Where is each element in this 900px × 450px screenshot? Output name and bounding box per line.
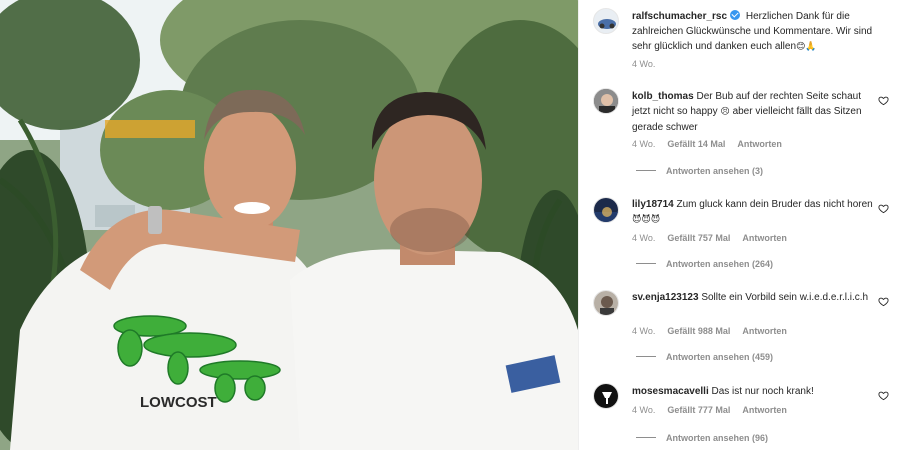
comment-likes[interactable]: Gefällt 777 Mal — [667, 405, 730, 415]
post-photo: LOWCOST — [0, 0, 578, 450]
heart-icon[interactable] — [878, 203, 889, 214]
comment-likes[interactable]: Gefällt 988 Mal — [667, 326, 730, 336]
comment-likes[interactable]: Gefällt 757 Mal — [667, 233, 730, 243]
heart-icon[interactable] — [878, 296, 889, 307]
avatar[interactable] — [593, 8, 619, 34]
verified-badge-icon — [730, 10, 741, 20]
shirt-logo-text: LOWCOST — [140, 394, 217, 411]
view-replies-label: Antworten ansehen (3) — [666, 166, 764, 176]
comment-username[interactable]: sv.enja123123 — [632, 292, 699, 303]
view-replies-label: Antworten ansehen (264) — [666, 259, 774, 269]
avatar-image — [594, 89, 618, 113]
heart-icon[interactable] — [878, 390, 889, 401]
comment-meta: 4 Wo. Gefällt 14 Mal Antworten — [632, 138, 794, 150]
comment-time[interactable]: 4 Wo. — [632, 405, 655, 415]
view-replies-button[interactable]: Antworten ansehen (264) — [636, 259, 773, 269]
view-replies-label: Antworten ansehen (459) — [666, 352, 774, 362]
comments-panel: ralfschumacher_rsc Herzlichen Dank für d… — [578, 0, 900, 450]
comment-emoji: 😣 — [720, 107, 730, 117]
comment-username[interactable]: mosesmacavelli — [632, 386, 709, 397]
comment-username[interactable]: kolb_thomas — [632, 91, 694, 102]
comment-text: kolb_thomas Der Bub auf der rechten Seit… — [632, 89, 880, 135]
comment-time[interactable]: 4 Wo. — [632, 139, 655, 149]
comment-time[interactable]: 4 Wo. — [632, 326, 655, 336]
view-replies-button[interactable]: Antworten ansehen (3) — [636, 166, 763, 176]
caption-meta: 4 Wo. — [632, 58, 667, 70]
comment-meta: 4 Wo. Gefällt 757 Mal Antworten — [632, 232, 799, 244]
caption-text: ralfschumacher_rsc Herzlichen Dank für d… — [632, 9, 880, 55]
avatar-image — [594, 384, 618, 408]
avatar-image — [594, 9, 618, 33]
comment-text: mosesmacavelli Das ist nur noch krank! — [632, 384, 880, 399]
avatar[interactable] — [593, 383, 619, 409]
comment-username[interactable]: lily18714 — [632, 199, 674, 210]
replies-divider — [636, 170, 656, 171]
replies-divider — [636, 356, 656, 357]
comment-likes[interactable]: Gefällt 14 Mal — [667, 139, 725, 149]
heart-icon[interactable] — [878, 95, 889, 106]
reply-button[interactable]: Antworten — [742, 233, 787, 243]
view-replies-button[interactable]: Antworten ansehen (459) — [636, 352, 773, 362]
avatar[interactable] — [593, 197, 619, 223]
avatar[interactable] — [593, 88, 619, 114]
comment-text: sv.enja123123 Sollte ein Vorbild sein w.… — [632, 290, 880, 305]
comment-body: Das ist nur noch krank! — [711, 386, 814, 397]
comment-meta: 4 Wo. Gefällt 988 Mal Antworten — [632, 325, 799, 337]
avatar-image — [594, 291, 618, 315]
comment-meta: 4 Wo. Gefällt 777 Mal Antworten — [632, 404, 799, 416]
reply-button[interactable]: Antworten — [742, 326, 787, 336]
view-replies-button[interactable]: Antworten ansehen (96) — [636, 433, 768, 443]
replies-divider — [636, 437, 656, 438]
caption-username[interactable]: ralfschumacher_rsc — [632, 11, 727, 22]
comment-body: Sollte ein Vorbild sein w.i.e.d.e.r.l.i.… — [701, 292, 869, 303]
comment-emoji: 😈😈😈 — [632, 215, 661, 225]
photo-illustration: LOWCOST — [0, 0, 578, 450]
reply-button[interactable]: Antworten — [737, 139, 782, 149]
avatar-image — [594, 198, 618, 222]
caption-time[interactable]: 4 Wo. — [632, 59, 655, 69]
comment-body: Zum gluck kann dein Bruder das nicht hor… — [676, 199, 873, 210]
reply-button[interactable]: Antworten — [742, 405, 787, 415]
view-replies-label: Antworten ansehen (96) — [666, 433, 769, 443]
comment-time[interactable]: 4 Wo. — [632, 233, 655, 243]
comment-text: lily18714 Zum gluck kann dein Bruder das… — [632, 197, 880, 228]
replies-divider — [636, 263, 656, 264]
caption-emoji: 😊🙏 — [796, 42, 817, 52]
avatar[interactable] — [593, 290, 619, 316]
